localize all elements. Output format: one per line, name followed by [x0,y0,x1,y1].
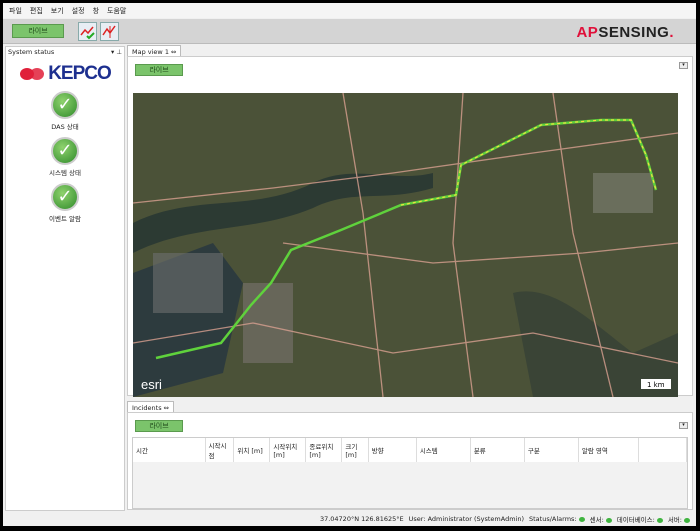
trend-check-icon[interactable] [78,22,97,41]
esri-attribution: esri [141,377,162,392]
column-header[interactable]: 위치 [m] [233,438,271,462]
database-status: 데이터베이스: [617,514,663,524]
column-header[interactable]: 시작시점 [205,438,235,462]
column-header[interactable]: 구분 [524,438,579,462]
sensor-status: 센서: [590,514,612,524]
menu-help[interactable]: 도움말 [107,6,126,15]
column-header[interactable] [638,438,688,462]
menu-settings[interactable]: 설정 [72,6,85,15]
incidents-table: 시간 시작시점 위치 [m] 시작위치 [m] 종료위치 [m] 크기 [m] 방향 시스템 분… [132,437,688,509]
check-icon: ✓ [51,183,79,211]
dropdown-icon[interactable]: ▾ [679,62,688,69]
tab-incidents[interactable]: Incidents ⇔ [127,401,175,412]
dropdown-icon[interactable]: ▾ [679,422,688,429]
column-header[interactable]: 크기 [m] [341,438,369,462]
das-status: ✓ DAS 상태 [6,91,124,131]
map-panel: 라이브 ▾ esri 1 km [127,56,693,397]
status-bar: 37.04720°N 126.81625°E User: Administrat… [3,512,696,526]
column-header[interactable]: 분류 [470,438,525,462]
live-button[interactable]: 라이브 [12,24,64,38]
menu-bar: 파일 편집 보기 설정 창 도움말 [3,3,696,18]
app-window: 파일 편집 보기 설정 창 도움말 라이브 APSENSING. System … [3,3,696,526]
kepco-logo: KEPCO [6,63,124,85]
column-header[interactable]: 알람 영역 [578,438,639,462]
satellite-map[interactable]: esri 1 km [133,93,678,397]
coordinates: 37.04720°N 126.81625°E [319,515,404,523]
system-status-panel: System status ▾ ⊥ KEPCO ✓ DAS 상태 ✓ 시스템 상태 ✓… [5,46,125,511]
user-info: User: Administrator (SystemAdmin) [408,515,524,523]
column-header[interactable]: 시스템 [416,438,471,462]
panel-title: System status [8,48,55,56]
incidents-live-button[interactable]: 라이브 [135,420,183,432]
column-header[interactable]: 방향 [368,438,417,462]
check-icon: ✓ [51,91,79,119]
event-alarm-status: ✓ 이벤트 알람 [6,183,124,223]
apsensing-logo: APSENSING. [576,24,674,41]
status-alarms: Status/Alarms: [529,515,585,523]
svg-text:1 km: 1 km [647,381,665,389]
incidents-panel: 라이브 ▾ 시간 시작시점 위치 [m] 시작위치 [m] 종료위치 [m] 크기 [m]… [127,412,693,510]
menu-edit[interactable]: 편집 [30,6,43,15]
column-header[interactable]: 시간 [133,438,206,462]
column-header[interactable]: 시작위치 [m] [269,438,307,462]
menu-view[interactable]: 보기 [51,6,64,15]
pin-icon[interactable]: ▾ ⊥ [111,48,122,56]
menu-window[interactable]: 창 [93,6,99,15]
trend-chart-icon[interactable] [100,22,119,41]
map-live-button[interactable]: 라이브 [135,64,183,76]
system-status: ✓ 시스템 상태 [6,137,124,177]
check-icon: ✓ [51,137,79,165]
toolbar: 라이브 APSENSING. [3,19,696,44]
column-header[interactable]: 종료위치 [m] [305,438,343,462]
menu-file[interactable]: 파일 [9,6,22,15]
server-status: 서버: [668,514,690,524]
tab-map-view[interactable]: Map view 1 ⇔ [127,45,182,56]
